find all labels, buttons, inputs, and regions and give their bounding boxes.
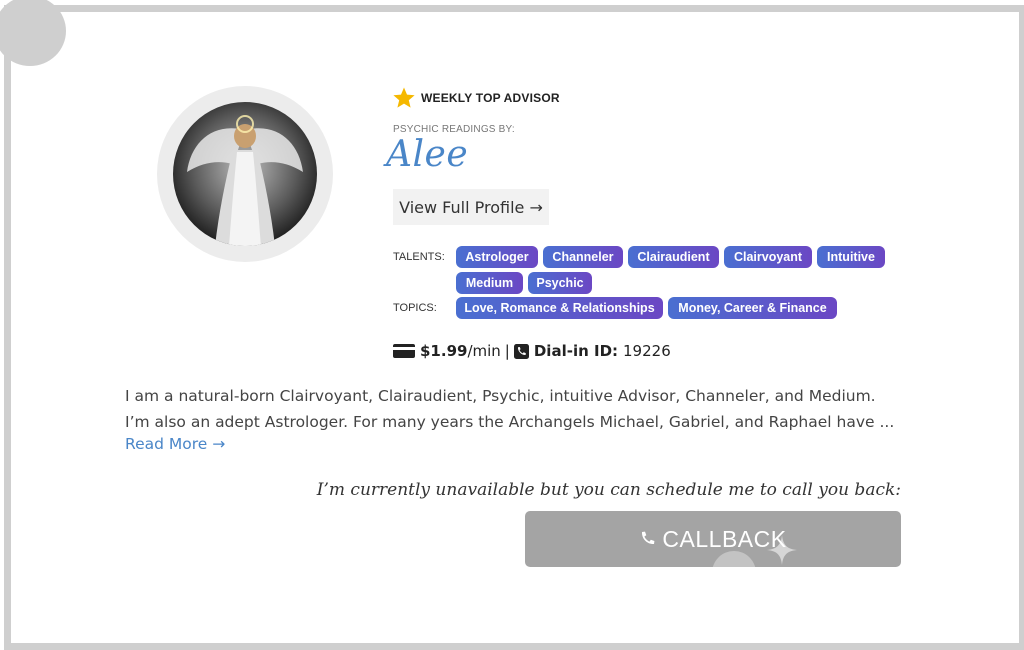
advisor-name: Alee [386, 134, 469, 175]
view-full-profile-button[interactable]: View Full Profile → [393, 189, 549, 225]
advisor-bio: I am a natural-born Clairvoyant, Clairau… [125, 387, 895, 431]
avatar[interactable] [173, 102, 317, 246]
rate-row: $1.99 /min | Dial-in ID: 19226 [393, 342, 671, 360]
talent-tag[interactable]: Psychic [528, 272, 592, 294]
price-value: $1.99 [420, 342, 468, 360]
topic-tag[interactable]: Love, Romance & Relationships [456, 297, 663, 319]
talent-tag[interactable]: Clairvoyant [724, 246, 812, 268]
talent-tag[interactable]: Clairaudient [628, 246, 719, 268]
star-icon [393, 87, 415, 108]
weekly-top-badge: WEEKLY TOP ADVISOR [392, 86, 560, 110]
dial-in-label: Dial-in ID: [533, 342, 619, 360]
talents-label: TALENTS: [393, 251, 445, 263]
talent-tag[interactable]: Astrologer [456, 246, 538, 268]
phone-icon [642, 531, 655, 545]
topics-label: TOPICS: [393, 302, 437, 314]
unavailable-message: I’m currently unavailable but you can sc… [316, 480, 901, 500]
callback-button-label: CALLBACK [662, 525, 787, 552]
topic-tag[interactable]: Money, Career & Finance [668, 297, 837, 319]
talent-tag[interactable]: Intuitive [817, 246, 885, 268]
talent-tag[interactable]: Channeler [543, 246, 623, 268]
phone-square-icon [513, 343, 529, 359]
badge-label: WEEKLY TOP ADVISOR [421, 91, 560, 105]
rate-separator: | [504, 342, 510, 360]
read-more-link[interactable]: Read More → [125, 435, 225, 453]
price-unit: /min [467, 342, 501, 360]
credit-card-icon [393, 344, 415, 358]
talent-tag[interactable]: Medium [456, 272, 523, 294]
callback-button[interactable]: CALLBACK [525, 511, 901, 567]
callback-content: CALLBACK [525, 511, 901, 567]
dial-in-id: 19226 [623, 342, 671, 360]
